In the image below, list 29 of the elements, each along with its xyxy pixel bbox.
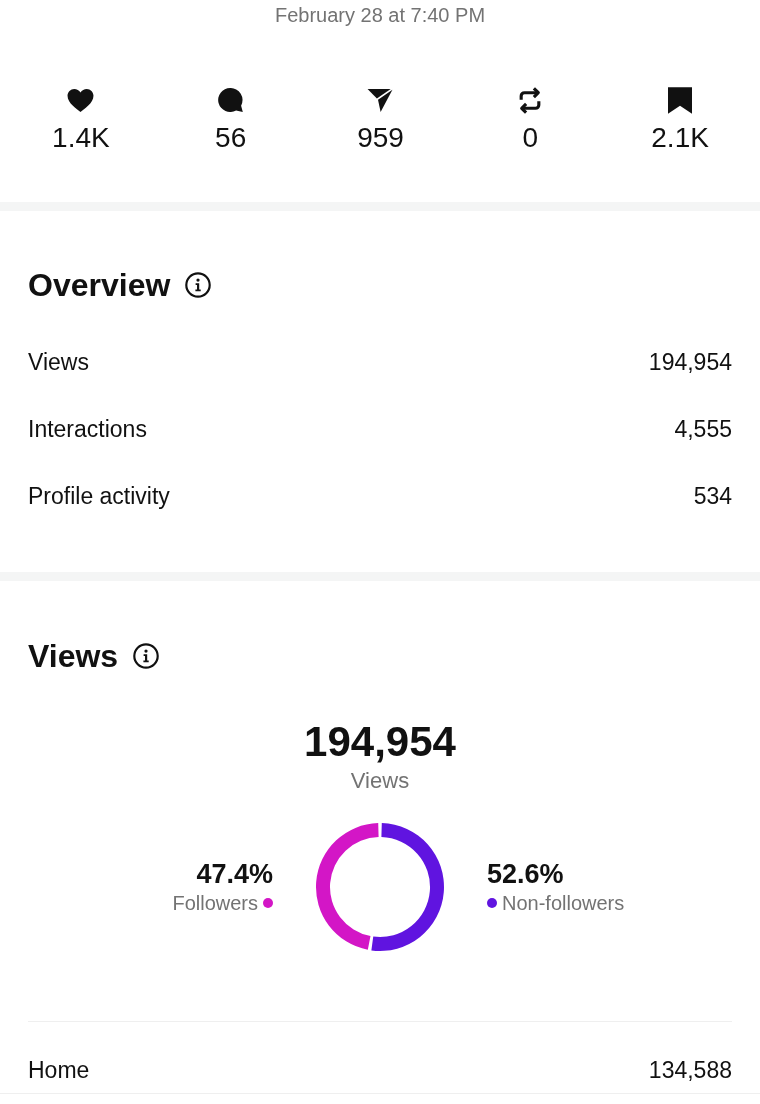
bookmark-icon <box>668 86 693 114</box>
metric-label: Views <box>28 347 89 376</box>
views-total-label: Views <box>350 768 410 794</box>
paper-plane-icon <box>367 88 394 112</box>
share-percent: 52.6% <box>487 859 564 889</box>
comment-count: 56 <box>215 122 247 154</box>
metric-value: 194,954 <box>648 347 732 376</box>
metric-label: Home <box>28 1056 90 1084</box>
metric-label: Interactions <box>28 414 147 443</box>
share-count: 959 <box>357 122 404 154</box>
legend-label: Non-followers <box>502 891 625 915</box>
metric-value: 534 <box>693 481 732 510</box>
section-title: Views <box>28 637 119 676</box>
repost-count: 0 <box>522 122 539 154</box>
heart-icon <box>67 88 95 112</box>
info-icon[interactable] <box>133 643 160 669</box>
speech-bubble-icon <box>218 88 244 112</box>
metric-value: 134,588 <box>648 1056 732 1084</box>
like-count: 1.4K <box>52 122 110 154</box>
metric-label: Profile activity <box>28 481 170 510</box>
section-title: Overview <box>28 266 171 305</box>
legend-label: Followers <box>172 891 258 915</box>
metric-value: 4,555 <box>674 414 732 443</box>
save-count: 2.1K <box>651 122 709 154</box>
share-percent: 47.4% <box>196 859 273 889</box>
post-timestamp: February 28 at 7:40 PM <box>274 4 486 26</box>
views-total: 194,954 <box>304 718 456 766</box>
repost-arrows-icon <box>519 86 542 114</box>
info-icon[interactable] <box>185 272 212 298</box>
